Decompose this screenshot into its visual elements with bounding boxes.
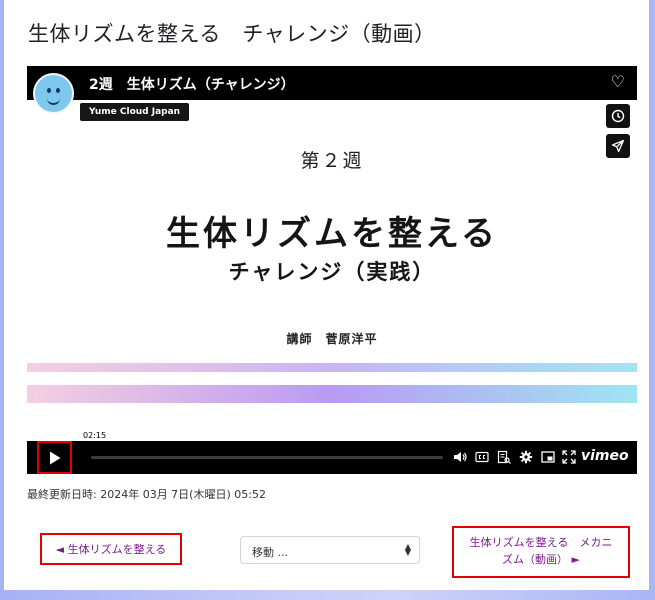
avatar-eye [47, 88, 51, 93]
previous-activity-link[interactable]: ◄ 生体リズムを整える [40, 533, 182, 565]
vimeo-logo[interactable]: vimeo [581, 448, 629, 464]
content-card: 生体リズムを整える チャレンジ（動画） 2週 生体リズム（チャレンジ） ♡ Yu… [4, 0, 649, 590]
jump-to-select-value: 移動 ... [252, 546, 288, 559]
slide-subtitle: チャレンジ（実践） [228, 260, 436, 284]
page-title: 生体リズムを整える チャレンジ（動画） [28, 22, 436, 46]
next-link-line-1: 生体リズムを整える メカニ [469, 536, 613, 549]
pip-icon[interactable] [539, 448, 557, 466]
slide-gradient-band [27, 363, 637, 372]
video-title[interactable]: 2週 生体リズム（チャレンジ） [89, 74, 295, 94]
video-player[interactable]: 2週 生体リズム（チャレンジ） ♡ Yume Cloud Japan 第２週 生… [27, 66, 637, 474]
volume-icon[interactable] [451, 448, 469, 466]
transcript-icon[interactable] [495, 448, 513, 466]
time-tooltip: 02:15 [80, 430, 110, 441]
jump-to-select[interactable]: 移動 ... ▲ ▼ [240, 536, 420, 564]
slide-week: 第２週 [300, 150, 364, 172]
avatar-eye [56, 88, 60, 93]
video-top-bar: 2週 生体リズム（チャレンジ） ♡ [27, 66, 637, 100]
video-control-bar: 02:15 vimeo [27, 430, 637, 474]
channel-avatar[interactable] [33, 73, 74, 114]
next-activity-link[interactable]: 生体リズムを整える メカニ ズム（動画） ► [452, 526, 630, 578]
clock-icon [611, 109, 625, 123]
heart-icon[interactable]: ♡ [611, 74, 625, 90]
watch-later-button[interactable] [606, 104, 630, 128]
avatar-mouth [47, 97, 60, 105]
select-caret-icon: ▲ ▼ [404, 542, 411, 557]
next-link-line-2: ズム（動画） ► [502, 553, 580, 566]
fullscreen-icon[interactable] [560, 448, 578, 466]
settings-icon[interactable] [517, 448, 535, 466]
cc-icon[interactable] [473, 448, 491, 466]
channel-name-tooltip: Yume Cloud Japan [80, 103, 190, 121]
play-button[interactable] [37, 441, 72, 474]
last-modified-text: 最終更新日時: 2024年 03月 7日(木曜日) 05:52 [27, 488, 266, 501]
slide-gradient-band [27, 385, 637, 403]
slide-lecturer: 講師 菅原洋平 [286, 332, 378, 346]
progress-bar[interactable] [91, 456, 443, 459]
play-icon [49, 451, 60, 464]
slide-main-title: 生体リズムを整える [166, 214, 498, 254]
